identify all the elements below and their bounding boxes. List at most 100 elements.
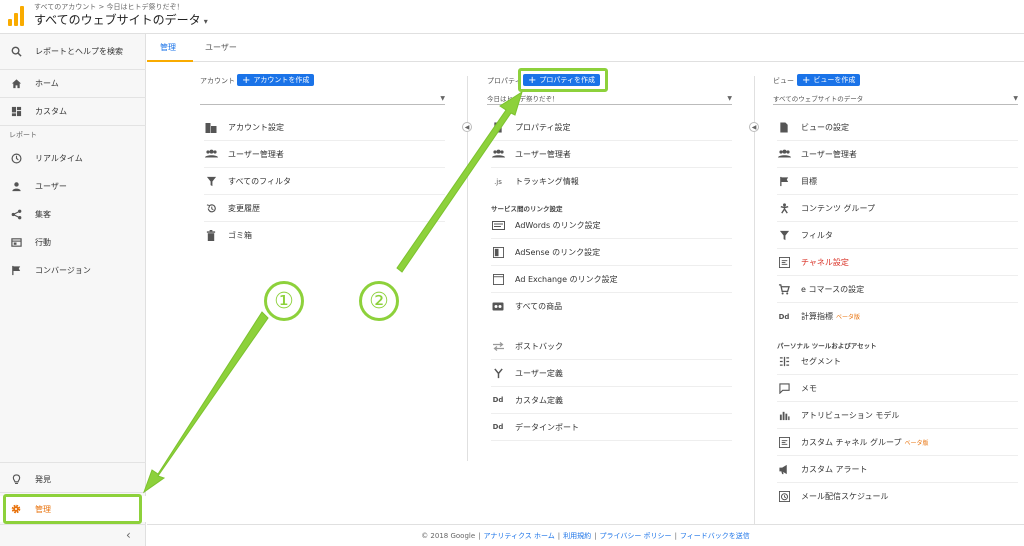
filter-icon	[204, 175, 218, 187]
building-icon	[204, 121, 218, 133]
behavior-icon	[9, 235, 23, 249]
menu-item-data-import[interactable]: Dd データインポート	[491, 414, 732, 441]
sidebar-item-realtime[interactable]: リアルタイム	[0, 145, 146, 171]
menu-item-adwords-linking[interactable]: AdWords のリンク設定	[491, 212, 732, 239]
sidebar-section-reports: レポート	[9, 131, 37, 139]
trash-icon	[204, 230, 218, 242]
clock-icon	[9, 151, 23, 165]
tab-admin[interactable]: 管理	[160, 42, 176, 53]
postback-icon	[491, 340, 505, 352]
dd-icon: Dd	[778, 312, 790, 321]
home-icon	[9, 76, 23, 90]
menu-item-content-grouping[interactable]: コンテンツ グループ	[777, 195, 1018, 222]
menu-item-property-settings[interactable]: プロパティ設定	[491, 114, 732, 141]
dashboard-icon	[9, 104, 23, 118]
menu-item-view-settings[interactable]: ビューの設定	[777, 114, 1018, 141]
channel-icon	[777, 436, 791, 448]
menu-item-tracking-info[interactable]: .js トラッキング情報	[491, 168, 732, 195]
plus-icon: +	[802, 74, 811, 86]
menu-item-trash[interactable]: ゴミ箱	[204, 222, 445, 249]
top-header: すべてのアカウント > 今日はヒトデ祭りだぞ！ すべてのウェブサイトのデータ ▾	[0, 0, 1024, 34]
dropdown-arrow-icon: ▼	[727, 95, 732, 102]
menu-item-postbacks[interactable]: ポストバック	[491, 333, 732, 360]
menu-item-custom-definitions[interactable]: Dd カスタム定義	[491, 387, 732, 414]
menu-item-segments[interactable]: セグメント	[777, 348, 1018, 375]
analytics-logo-icon	[8, 6, 24, 26]
menu-item-custom-alerts[interactable]: カスタム アラート	[777, 456, 1018, 483]
menu-item-adexchange-linking[interactable]: Ad Exchange のリンク設定	[491, 266, 732, 293]
sidebar-item-users[interactable]: ユーザー	[0, 173, 146, 199]
flag-icon	[777, 175, 791, 187]
gear-icon	[9, 502, 23, 516]
account-heading: アカウント	[200, 77, 235, 85]
menu-item-goals[interactable]: 目標	[777, 168, 1018, 195]
document-icon	[777, 121, 791, 133]
collapse-sidebar-button[interactable]: ‹	[126, 528, 131, 542]
tab-underline	[147, 60, 193, 62]
menu-item-change-history[interactable]: 変更履歴	[204, 195, 445, 222]
view-selector[interactable]: すべてのウェブサイトのデータ ▼	[773, 93, 1018, 105]
account-selector[interactable]: ▼	[200, 93, 445, 105]
menu-item-channel-settings[interactable]: チャネル設定	[777, 249, 1018, 276]
tab-user[interactable]: ユーザー	[205, 42, 237, 53]
menu-item-property-user-management[interactable]: ユーザー管理者	[491, 141, 732, 168]
sidebar-item-label: カスタム	[35, 106, 67, 116]
sidebar-item-label: ホーム	[35, 78, 59, 88]
sidebar-item-admin[interactable]: 管理	[0, 496, 146, 522]
footer-separator: |	[557, 531, 561, 540]
sidebar-search-label: レポートとヘルプを検索	[35, 46, 123, 56]
flag-icon	[9, 263, 23, 277]
property-heading: プロパティ	[487, 77, 522, 85]
sidebar: レポートとヘルプを検索 ホーム カスタム レポート リアルタイム ユーザー 集客…	[0, 34, 146, 546]
footer-separator: |	[594, 531, 597, 540]
history-icon	[204, 202, 218, 214]
adexchange-icon	[491, 273, 505, 285]
footer-link-analytics-home[interactable]: アナリティクス ホーム	[484, 531, 555, 541]
create-property-button[interactable]: + プロパティを作成	[523, 74, 600, 86]
bar-chart-icon	[777, 409, 791, 421]
footer-link-privacy[interactable]: プライバシー ポリシー	[599, 531, 671, 541]
sidebar-item-acquisition[interactable]: 集客	[0, 201, 146, 227]
create-view-button[interactable]: + ビューを作成	[797, 74, 861, 86]
property-selector[interactable]: 今日はヒトデ祭りだぞ！ ▼	[487, 93, 732, 105]
menu-item-calculated-metrics[interactable]: Dd 計算指標 ベータ版	[777, 303, 1018, 330]
all-products-icon	[491, 301, 505, 313]
menu-item-account-settings[interactable]: アカウント設定	[204, 114, 445, 141]
menu-item-all-filters[interactable]: すべてのフィルタ	[204, 168, 445, 195]
menu-item-scheduled-emails[interactable]: メール配信スケジュール	[777, 483, 1018, 510]
footer-separator: |	[674, 531, 677, 540]
menu-item-custom-channel-grouping[interactable]: カスタム チャネル グループ ベータ版	[777, 429, 1018, 456]
sidebar-item-label: リアルタイム	[35, 153, 83, 163]
dropdown-arrow-icon: ▼	[1013, 95, 1018, 102]
menu-item-view-user-management[interactable]: ユーザー管理者	[777, 141, 1018, 168]
footer-link-feedback[interactable]: フィードバックを送信	[680, 531, 750, 541]
create-account-button[interactable]: + アカウントを作成	[237, 74, 315, 86]
menu-item-attribution-models[interactable]: アトリビューション モデル	[777, 402, 1018, 429]
alarm-clock-icon	[777, 491, 791, 503]
view-selector[interactable]: すべてのウェブサイトのデータ ▾	[34, 11, 208, 28]
menu-item-account-user-management[interactable]: ユーザー管理者	[204, 141, 445, 168]
megaphone-icon	[777, 463, 791, 475]
content-grouping-icon	[777, 202, 791, 214]
segment-icon	[777, 355, 791, 367]
sidebar-search[interactable]: レポートとヘルプを検索	[0, 38, 146, 64]
menu-item-view-filters[interactable]: フィルタ	[777, 222, 1018, 249]
sidebar-item-discover[interactable]: 発見	[0, 466, 146, 492]
menu-item-user-id[interactable]: ユーザー定義	[491, 360, 732, 387]
dropdown-arrow-icon: ▼	[440, 95, 445, 102]
sidebar-item-home[interactable]: ホーム	[0, 70, 146, 96]
menu-item-all-products[interactable]: すべての商品	[491, 293, 732, 320]
sidebar-item-conversions[interactable]: コンバージョン	[0, 257, 146, 283]
column-divider	[467, 76, 468, 461]
menu-item-ecommerce-settings[interactable]: e コマースの設定	[777, 276, 1018, 303]
footer-link-terms[interactable]: 利用規約	[563, 531, 591, 541]
menu-item-adsense-linking[interactable]: AdSense のリンク設定	[491, 239, 732, 266]
cart-icon	[777, 283, 791, 295]
sidebar-item-behavior[interactable]: 行動	[0, 229, 146, 255]
admin-tabs: 管理 ユーザー	[147, 34, 1024, 62]
menu-item-annotations[interactable]: メモ	[777, 375, 1018, 402]
collapse-property-column-icon[interactable]: ◀	[749, 122, 759, 132]
beta-badge: ベータ版	[836, 314, 861, 321]
sidebar-item-custom[interactable]: カスタム	[0, 98, 146, 124]
collapse-account-column-icon[interactable]: ◀	[462, 122, 472, 132]
